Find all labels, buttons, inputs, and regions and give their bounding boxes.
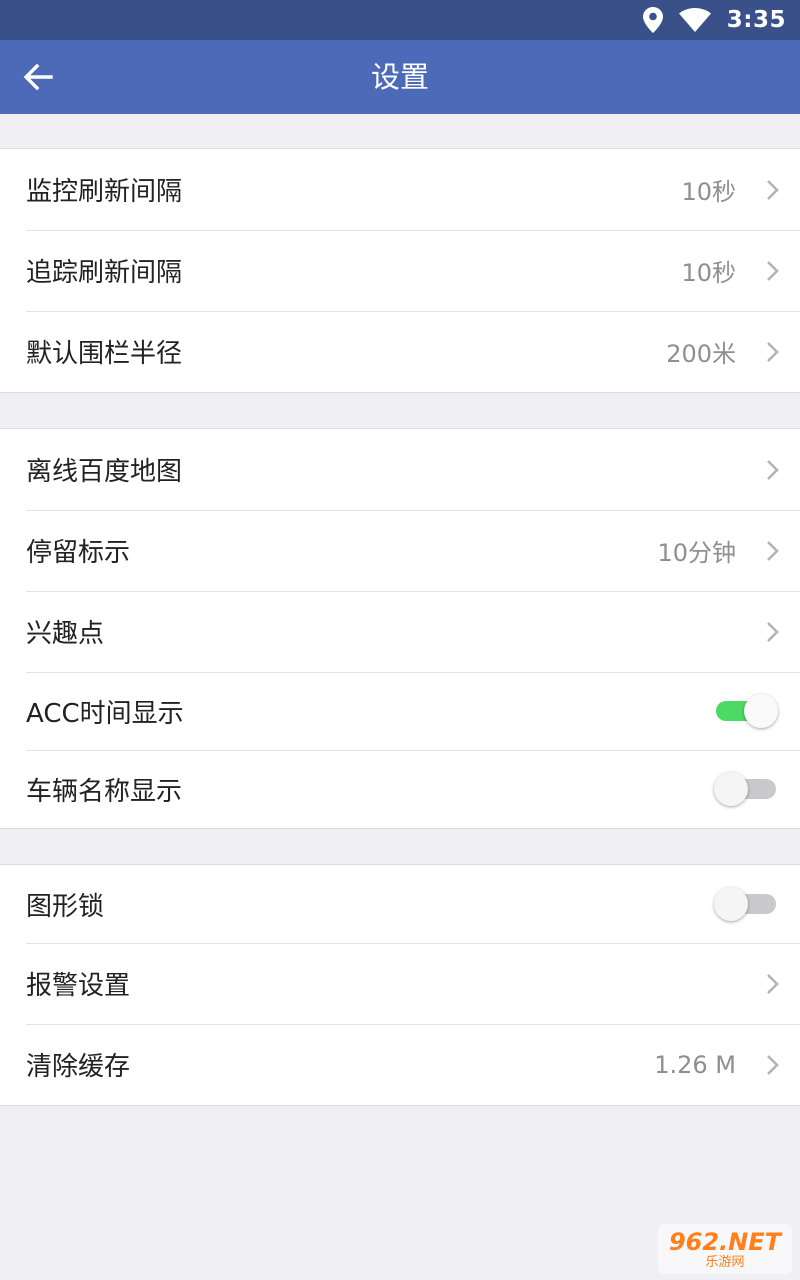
setting-label: 清除缓存 <box>26 1052 131 1082</box>
chevron-right-icon <box>767 621 779 642</box>
chevron-right-icon <box>767 1054 779 1075</box>
toggle-knob <box>714 772 748 806</box>
setting-offline-baidu-map[interactable]: 离线百度地图 <box>0 429 800 510</box>
wifi-icon <box>678 8 711 32</box>
page-title: 设置 <box>370 60 429 94</box>
app-bar: 设置 <box>0 40 800 114</box>
setting-value: 10分钟 <box>657 539 736 567</box>
setting-value: 1.26 M <box>654 1050 736 1079</box>
setting-alarm-settings[interactable]: 报警设置 <box>0 943 800 1024</box>
status-time: 3:35 <box>726 7 786 33</box>
setting-value: 10秒 <box>681 178 736 206</box>
pattern-lock-toggle[interactable] <box>714 887 778 921</box>
setting-points-of-interest[interactable]: 兴趣点 <box>0 591 800 672</box>
settings-group-map: 离线百度地图 停留标示 10分钟 兴趣点 ACC时间显示 车辆名称显示 <box>0 428 800 829</box>
acc-time-toggle[interactable] <box>716 694 778 728</box>
setting-stop-marker[interactable]: 停留标示 10分钟 <box>0 510 800 591</box>
setting-pattern-lock: 图形锁 <box>0 865 800 943</box>
setting-clear-cache[interactable]: 清除缓存 1.26 M <box>0 1024 800 1105</box>
setting-label: 兴趣点 <box>26 619 105 649</box>
setting-track-refresh-interval[interactable]: 追踪刷新间隔 10秒 <box>0 230 800 311</box>
status-bar: 3:35 <box>0 0 800 40</box>
settings-group-refresh: 监控刷新间隔 10秒 追踪刷新间隔 10秒 默认围栏半径 200米 <box>0 148 800 393</box>
setting-acc-time-display: ACC时间显示 <box>0 672 800 750</box>
location-icon <box>642 7 663 33</box>
chevron-right-icon <box>767 459 779 480</box>
setting-label: 报警设置 <box>26 971 131 1001</box>
setting-label: 图形锁 <box>26 891 105 922</box>
toggle-knob <box>744 694 778 728</box>
setting-value: 200米 <box>666 340 736 368</box>
watermark-main: 962.NET <box>668 1227 782 1256</box>
chevron-right-icon <box>767 973 779 994</box>
setting-label: 默认围栏半径 <box>26 339 183 369</box>
setting-label: ACC时间显示 <box>26 698 184 729</box>
setting-label: 监控刷新间隔 <box>26 177 183 207</box>
setting-default-fence-radius[interactable]: 默认围栏半径 200米 <box>0 311 800 392</box>
site-watermark: 962.NET 乐游网 <box>658 1224 792 1274</box>
chevron-right-icon <box>767 260 779 281</box>
chevron-right-icon <box>767 341 779 362</box>
setting-label: 离线百度地图 <box>26 457 183 487</box>
setting-vehicle-name-display: 车辆名称显示 <box>0 750 800 828</box>
setting-monitor-refresh-interval[interactable]: 监控刷新间隔 10秒 <box>0 149 800 230</box>
setting-value: 10秒 <box>681 259 736 287</box>
toggle-knob <box>714 887 748 921</box>
setting-label: 追踪刷新间隔 <box>26 258 183 288</box>
setting-label: 车辆名称显示 <box>26 776 183 807</box>
vehicle-name-toggle[interactable] <box>714 772 778 806</box>
chevron-right-icon <box>767 179 779 200</box>
setting-label: 停留标示 <box>26 538 131 568</box>
settings-group-security: 图形锁 报警设置 清除缓存 1.26 M <box>0 864 800 1106</box>
watermark-sub: 乐游网 <box>705 1254 745 1270</box>
chevron-right-icon <box>767 540 779 561</box>
